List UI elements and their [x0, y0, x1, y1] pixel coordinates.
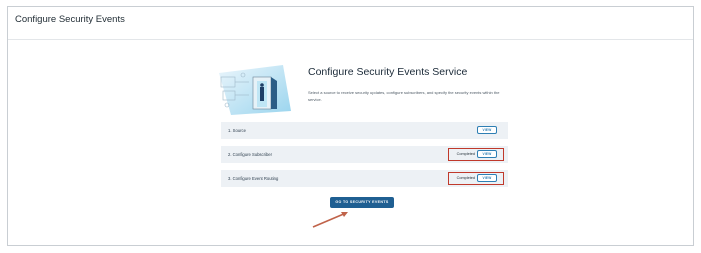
annotation-arrow-icon: [312, 212, 348, 228]
